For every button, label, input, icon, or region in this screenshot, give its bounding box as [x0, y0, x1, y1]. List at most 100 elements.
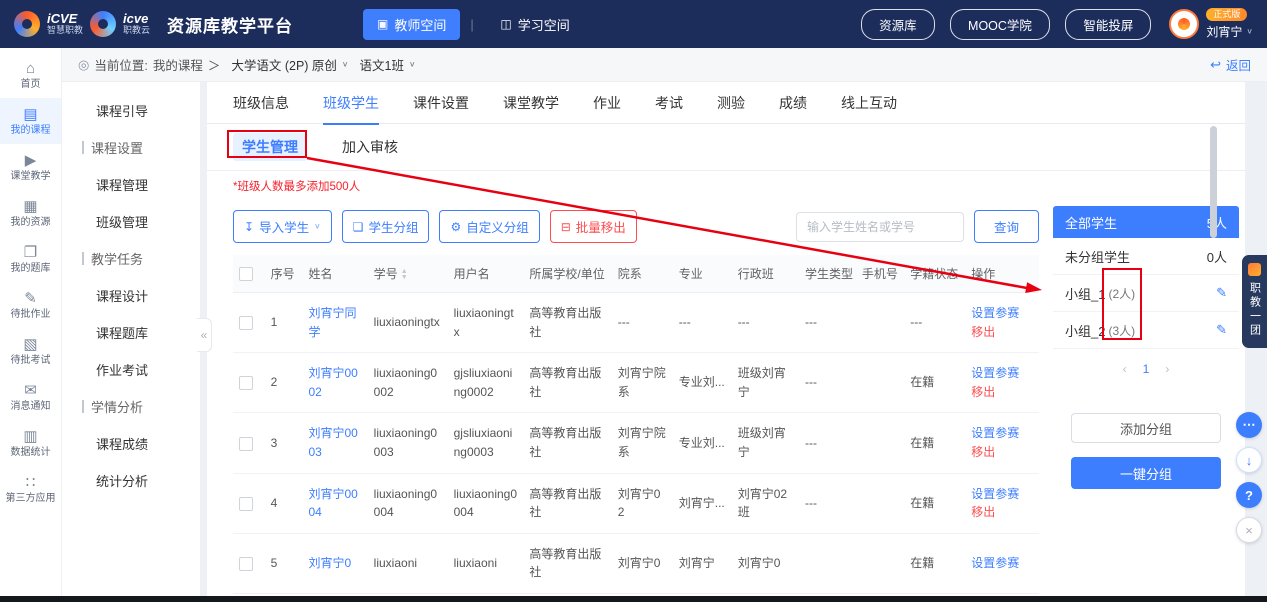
row-checkbox[interactable]	[239, 437, 253, 451]
top-nav-item[interactable]: ◫ 学习空间	[486, 9, 583, 40]
top-nav-item[interactable]: ▣ 教师空间	[363, 9, 460, 40]
cell-department: 刘宵宁院系	[612, 413, 673, 473]
sidebar-item[interactable]: 统计分析	[62, 462, 200, 499]
sidebar-item[interactable]: 班级管理	[62, 203, 200, 240]
group-row[interactable]: 小组_1 (2人) ✎	[1053, 275, 1239, 312]
set-contest-link[interactable]: 设置参赛	[971, 424, 1033, 443]
sidebar-item[interactable]: 课程引导	[62, 92, 200, 129]
rail-item[interactable]: ⌂ 首页	[0, 52, 61, 98]
download-float-button[interactable]: ↓	[1236, 447, 1262, 473]
chat-float-button[interactable]: ⋯	[1236, 412, 1262, 438]
breadcrumb-my-courses[interactable]: 我的课程	[153, 55, 203, 74]
tab[interactable]: 成绩	[779, 82, 807, 124]
auto-group-button[interactable]: 一键分组	[1071, 457, 1221, 489]
sidebar-item[interactable]: 学情分析	[62, 388, 200, 425]
rail-item[interactable]: ✎ 待批作业	[0, 282, 61, 328]
subtab[interactable]: 学生管理	[233, 133, 307, 161]
tab[interactable]: 班级学生	[323, 82, 379, 124]
collapse-icon: «	[201, 328, 208, 342]
tab[interactable]: 课堂教学	[503, 82, 559, 124]
sidebar-item[interactable]: 作业考试	[62, 351, 200, 388]
import-students-button[interactable]: ↧ 导入学生 ∨	[233, 210, 332, 243]
custom-group-button[interactable]: ⚙ 自定义分组	[439, 210, 539, 243]
column-header: 姓名	[302, 255, 367, 293]
column-header: 操作	[965, 255, 1039, 293]
statistics-icon: ▥	[23, 429, 37, 444]
tab[interactable]: 考试	[655, 82, 683, 124]
zhijiao-side-tag[interactable]: 职教一团	[1242, 255, 1267, 348]
vertical-scrollbar[interactable]	[1210, 126, 1217, 238]
row-checkbox[interactable]	[239, 557, 253, 571]
row-checkbox[interactable]	[239, 376, 253, 390]
class-select[interactable]: 语文1班 ∨	[360, 55, 416, 74]
subtab[interactable]: 加入审核	[333, 133, 407, 161]
rail-item[interactable]: ▦ 我的资源	[0, 190, 61, 236]
search-input[interactable]	[796, 212, 964, 242]
rail-item[interactable]: ❐ 我的题库	[0, 236, 61, 282]
user-menu[interactable]: 正式版 刘宵宁 ∨	[1169, 8, 1253, 41]
tab[interactable]: 线上互动	[841, 82, 897, 124]
rail-item[interactable]: ∷ 第三方应用	[0, 466, 61, 512]
sidebar-item[interactable]: 课程题库	[62, 314, 200, 351]
sort-icon[interactable]: ▲▼	[401, 269, 408, 280]
set-contest-link[interactable]: 设置参赛	[971, 304, 1033, 323]
header-pill-button[interactable]: 智能投屏	[1065, 9, 1151, 40]
tab[interactable]: 班级信息	[233, 82, 289, 124]
tab[interactable]: 测验	[717, 82, 745, 124]
set-contest-link[interactable]: 设置参赛	[971, 554, 1033, 573]
student-row: 1 刘宵宁同学 liuxiaoningtx liuxiaoningtx 高等教育…	[233, 293, 1039, 353]
sidebar-item[interactable]: 课程成绩	[62, 425, 200, 462]
remove-student-link[interactable]: 移出	[971, 503, 1033, 522]
row-checkbox[interactable]	[239, 316, 253, 330]
rail-item[interactable]: ▧ 待批考试	[0, 328, 61, 374]
student-name-link[interactable]: 刘宵宁0004	[308, 487, 357, 520]
group-students-button[interactable]: ❏ 学生分组	[342, 210, 430, 243]
batch-remove-button[interactable]: ⊟ 批量移出	[550, 210, 637, 243]
query-button[interactable]: 查询	[974, 210, 1039, 243]
sidebar-item[interactable]: 课程设置	[62, 129, 200, 166]
tab[interactable]: 作业	[593, 82, 621, 124]
student-name-link[interactable]: 刘宵宁0002	[308, 366, 357, 399]
rail-item[interactable]: ✉ 消息通知	[0, 374, 61, 420]
remove-student-link[interactable]: 移出	[971, 443, 1033, 462]
back-icon: ↩	[1210, 57, 1221, 73]
select-all-checkbox[interactable]	[239, 267, 253, 281]
breadcrumb-prefix: 当前位置:	[94, 55, 147, 74]
rail-item[interactable]: ▥ 数据统计	[0, 420, 61, 466]
rail-item[interactable]: ▤ 我的课程	[0, 98, 61, 144]
back-button[interactable]: ↩ 返回	[1210, 55, 1251, 74]
cell-status: ---	[904, 293, 965, 353]
prev-page-button[interactable]: ‹	[1123, 362, 1127, 376]
tab[interactable]: 课件设置	[413, 82, 469, 124]
remove-student-link[interactable]: 移出	[971, 383, 1033, 402]
cell-admin-class: 班级刘宵宁	[732, 353, 799, 413]
header-pill-button[interactable]: 资源库	[861, 9, 935, 40]
header-pill-button[interactable]: MOOC学院	[950, 9, 1050, 40]
help-float-button[interactable]: ?	[1236, 482, 1262, 508]
cell-index: 1	[265, 293, 303, 353]
sidebar-collapse-handle[interactable]: «	[197, 318, 212, 352]
set-contest-link[interactable]: 设置参赛	[971, 364, 1033, 383]
edit-icon[interactable]: ✎	[1216, 322, 1227, 338]
student-subtabs: 学生管理 加入审核	[207, 124, 1245, 171]
learning-space-icon: ◫	[500, 17, 511, 31]
next-page-button[interactable]: ›	[1165, 362, 1169, 376]
icve-logo-text: iCVE 智慧职教	[47, 12, 83, 35]
row-checkbox[interactable]	[239, 497, 253, 511]
cell-index: 4	[265, 473, 303, 533]
page-number[interactable]: 1	[1143, 362, 1150, 376]
student-name-link[interactable]: 刘宵宁0	[308, 556, 351, 570]
sidebar-item[interactable]: 教学任务	[62, 240, 200, 277]
student-name-link[interactable]: 刘宵宁同学	[308, 306, 356, 339]
close-float-button[interactable]: ×	[1236, 517, 1262, 543]
group-row[interactable]: 小组_2 (3人) ✎	[1053, 312, 1239, 349]
set-contest-link[interactable]: 设置参赛	[971, 485, 1033, 504]
remove-student-link[interactable]: 移出	[971, 323, 1033, 342]
edit-icon[interactable]: ✎	[1216, 285, 1227, 301]
add-group-button[interactable]: 添加分组	[1071, 413, 1221, 443]
sidebar-item[interactable]: 课程管理	[62, 166, 200, 203]
rail-item[interactable]: ▶ 课堂教学	[0, 144, 61, 190]
student-name-link[interactable]: 刘宵宁0003	[308, 426, 357, 459]
course-select[interactable]: 大学语文 (2P) 原创 ∨	[231, 55, 348, 74]
sidebar-item[interactable]: 课程设计	[62, 277, 200, 314]
